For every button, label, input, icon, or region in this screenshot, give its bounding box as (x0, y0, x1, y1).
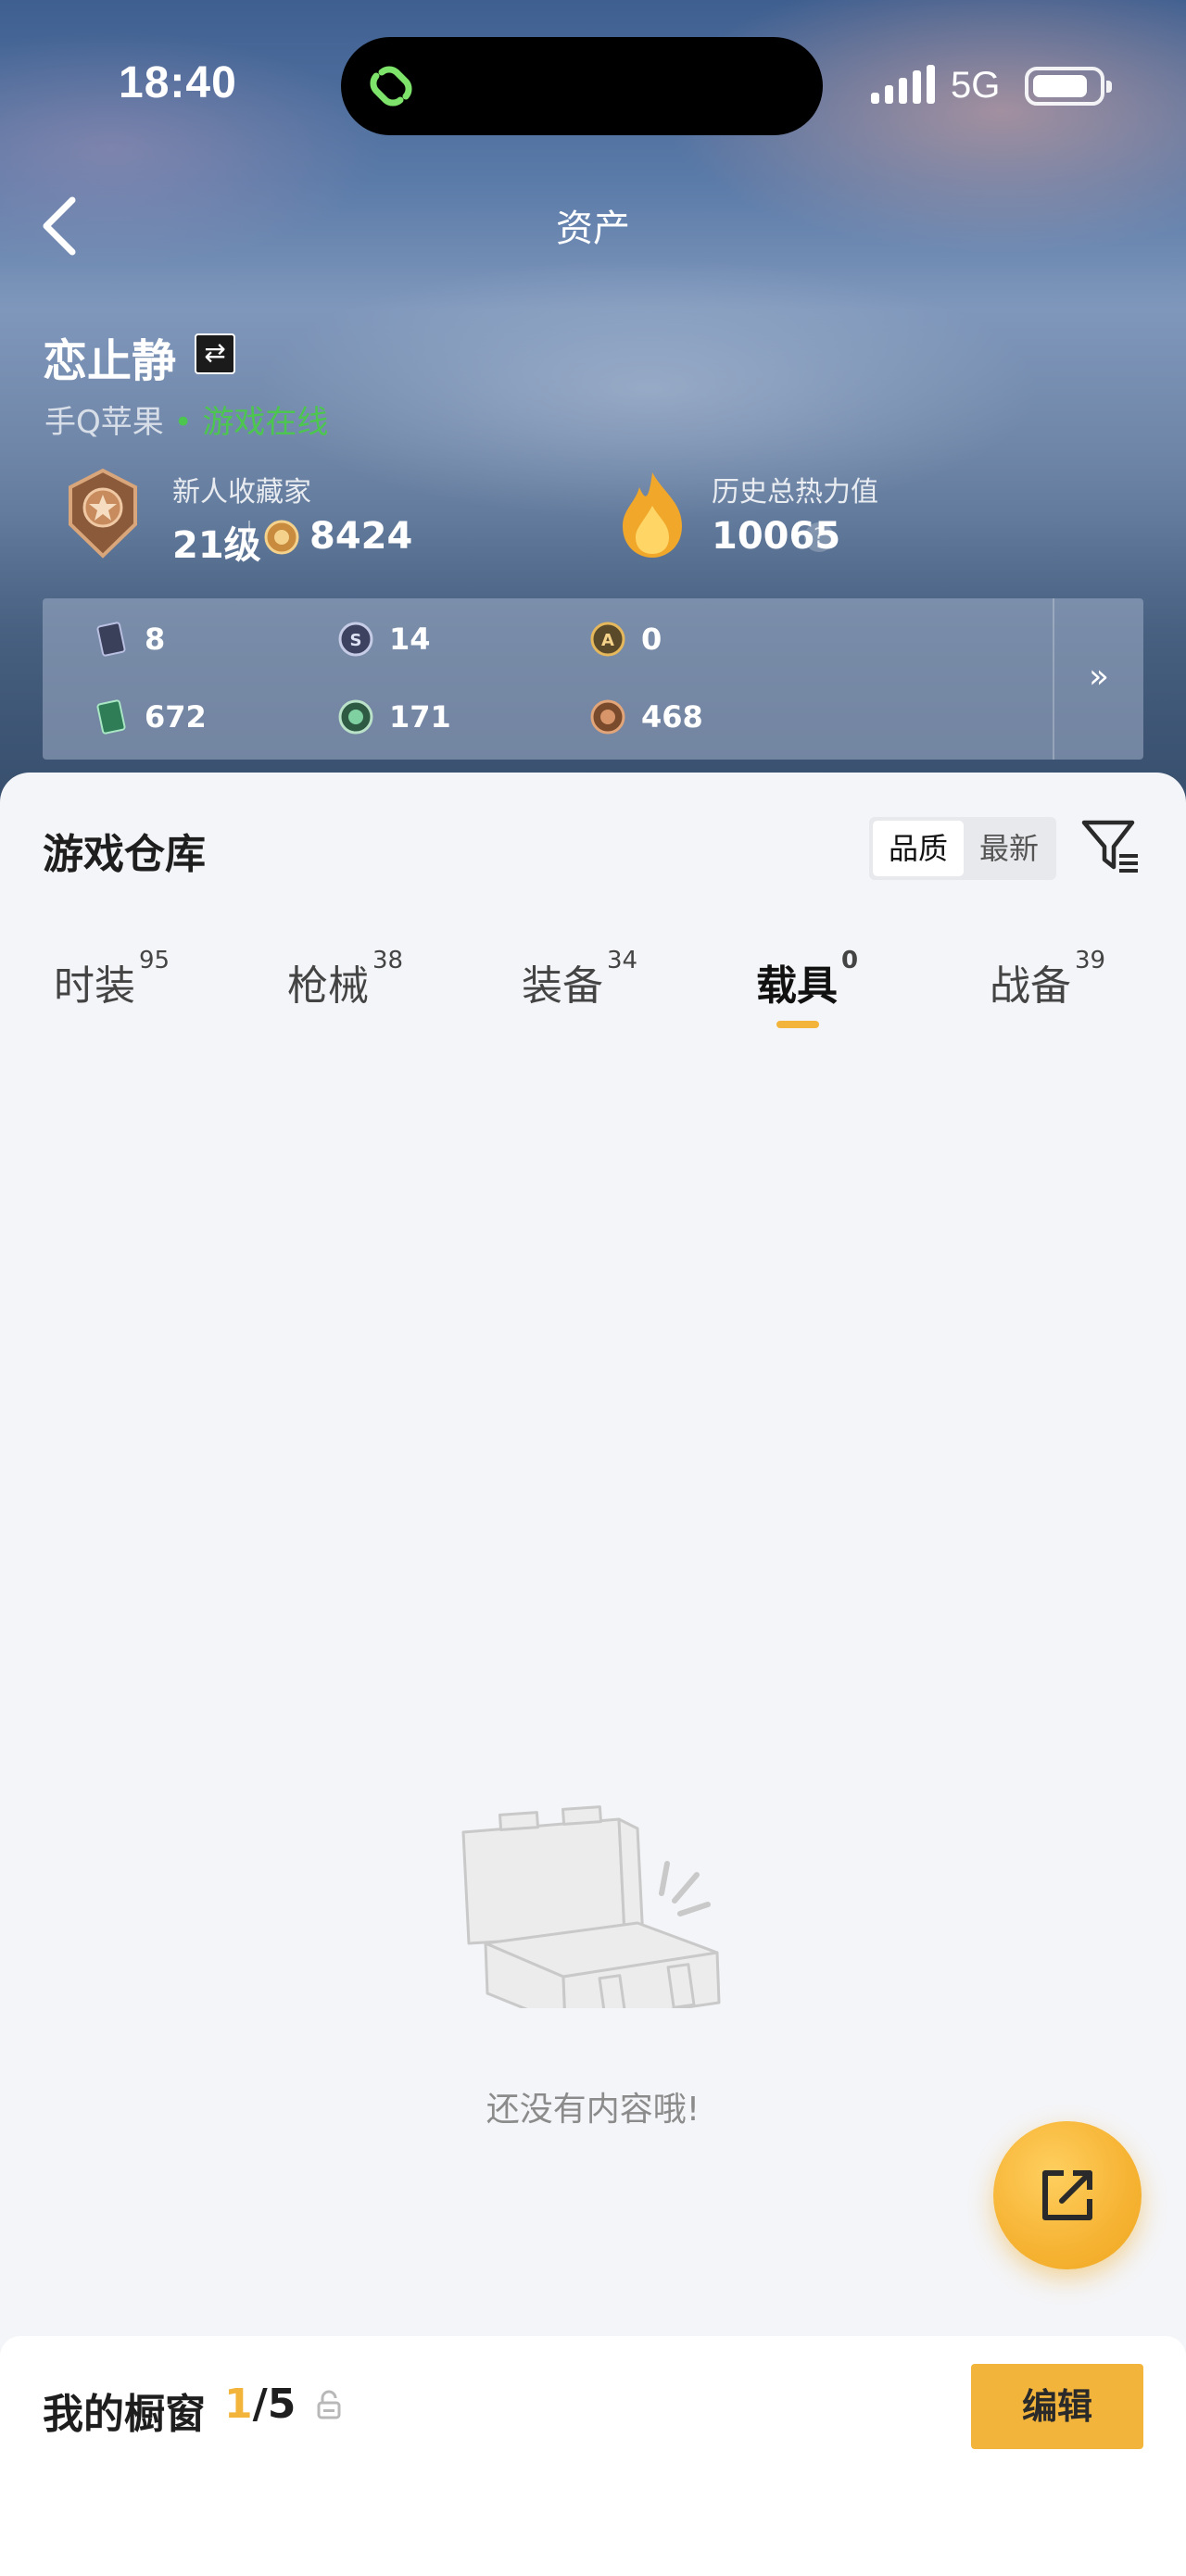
collector-medal-icon (69, 468, 137, 559)
more-button[interactable]: » (1054, 598, 1143, 760)
tab-vehicles[interactable]: 载具0 (756, 947, 858, 1012)
platform-label: 手Q苹果 (44, 404, 164, 441)
bronze-medal-icon (590, 699, 625, 735)
username: 恋止静 (43, 335, 177, 387)
status-time: 18:40 (119, 58, 237, 107)
tab-label: 时装 (54, 962, 135, 1010)
warehouse-title: 游戏仓库 (43, 831, 206, 878)
tab-count: 38 (372, 947, 404, 974)
currency-item: 468 (589, 698, 703, 735)
lock-icon (317, 2390, 341, 2419)
sort-latest-button[interactable]: 最新 (964, 821, 1054, 876)
tab-guns[interactable]: 枪械38 (287, 947, 403, 1012)
empty-box-icon (461, 1805, 721, 2008)
card-icon (96, 622, 126, 657)
tab-label: 装备 (522, 962, 603, 1010)
battery-icon (1025, 67, 1112, 106)
showcase-total: /5 (252, 2381, 296, 2428)
separator: • (163, 404, 203, 441)
collector-title: 新人收藏家 (172, 476, 311, 509)
currency-value: 14 (389, 622, 431, 657)
svg-text:A: A (601, 631, 614, 650)
tab-supplies[interactable]: 战备39 (990, 947, 1105, 1012)
tab-fashion[interactable]: 时装95 (54, 947, 170, 1012)
currency-item: A 0 (589, 621, 662, 658)
sort-toggle: 品质 最新 (869, 817, 1056, 880)
currency-value: 8 (145, 622, 166, 657)
tab-count: 39 (1075, 947, 1106, 974)
showcase-count: 1/5 (224, 2381, 296, 2428)
currency-item: 672 (93, 698, 207, 735)
app-link-icon (370, 66, 412, 107)
edit-button[interactable]: 编辑 (971, 2364, 1143, 2449)
tab-equipment[interactable]: 装备34 (522, 947, 637, 1012)
external-link-icon (1042, 2170, 1092, 2220)
empty-state-text: 还没有内容哦! (486, 2091, 700, 2129)
showcase-title: 我的橱窗 (43, 2391, 206, 2438)
signal-icon (871, 65, 935, 104)
filter-icon[interactable] (1079, 813, 1143, 878)
dynamic-island (341, 37, 823, 135)
heat-title: 历史总热力值 (712, 476, 878, 509)
tab-count: 95 (139, 947, 170, 974)
fire-icon (623, 472, 682, 558)
tab-label: 枪械 (287, 962, 369, 1010)
online-status: 游戏在线 (202, 404, 329, 441)
currency-item: 8 (93, 621, 165, 658)
share-button[interactable] (993, 2121, 1142, 2269)
warehouse-sheet: 游戏仓库 品质 最新 时装95 枪械38 装备34 载具0 战备39 还没有内容… (0, 773, 1186, 2576)
coin-a-icon: A (590, 622, 625, 657)
swap-icon[interactable]: ⇄ (195, 333, 235, 374)
tab-label: 载具 (756, 962, 838, 1010)
currency-value: 171 (389, 699, 451, 735)
coin-s-icon: S (338, 622, 373, 657)
tab-count: 34 (607, 947, 638, 974)
currency-value: 672 (145, 699, 207, 735)
currency-item: 171 (337, 698, 451, 735)
hero-header: 18:40 5G 资产 恋止静 ⇄ 手Q苹果 • 游戏在线 新人收藏家 21级 … (0, 0, 1186, 815)
ticket-icon (96, 699, 126, 735)
currency-panel[interactable]: 8 S 14 A 0 672 171 468 » (43, 598, 1143, 760)
showcase-bar: 我的橱窗 1/5 编辑 (0, 2336, 1186, 2576)
help-icon[interactable]: ? (804, 522, 834, 552)
page-title: 资产 (556, 207, 630, 250)
green-orb-icon (338, 699, 373, 735)
divider (248, 521, 250, 556)
collector-points: 8424 (309, 515, 413, 558)
account-line: 手Q苹果 • 游戏在线 (44, 396, 328, 442)
points-coin-icon (264, 520, 299, 555)
currency-value: 0 (641, 622, 662, 657)
currency-value: 468 (641, 699, 703, 735)
tab-label: 战备 (990, 962, 1071, 1010)
sort-quality-button[interactable]: 品质 (873, 821, 964, 876)
showcase-current: 1 (224, 2381, 253, 2428)
network-label: 5G (951, 65, 1001, 106)
currency-item: S 14 (337, 621, 431, 658)
tab-count: 0 (841, 947, 859, 974)
svg-text:S: S (350, 631, 362, 650)
active-tab-indicator (776, 1021, 819, 1028)
